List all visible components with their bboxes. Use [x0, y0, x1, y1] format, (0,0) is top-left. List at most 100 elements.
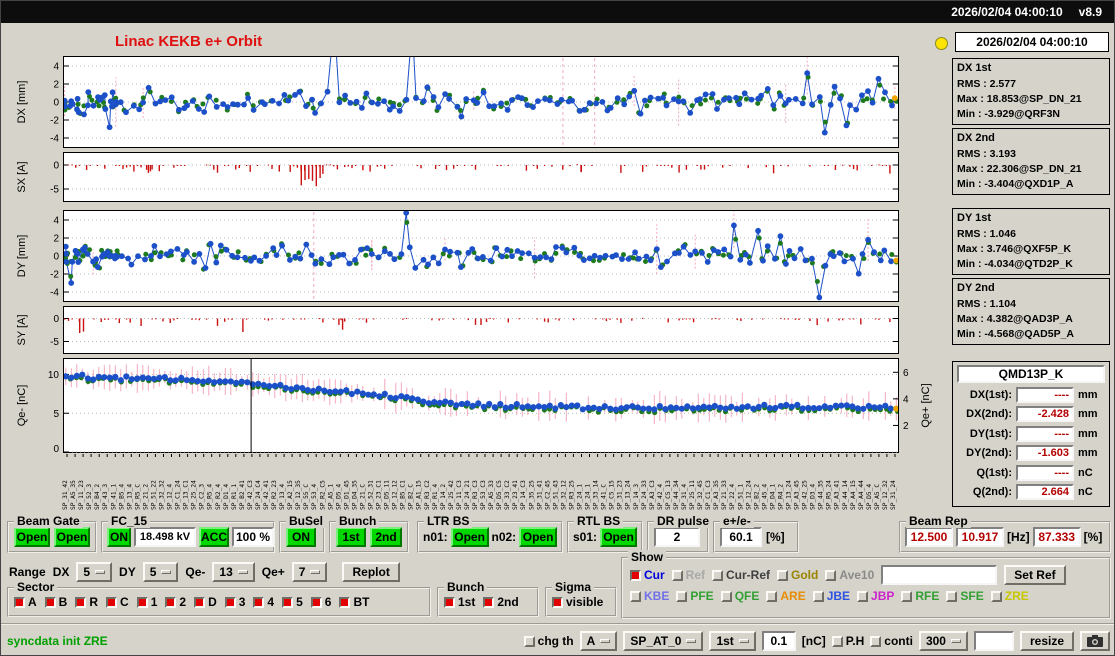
svg-text:DY [mm]: DY [mm]: [16, 235, 28, 278]
svg-text:SP_R2_C5: SP_R2_C5: [319, 480, 326, 510]
show-item-label: JBP: [871, 589, 895, 603]
checkbox-icon: [671, 569, 683, 581]
conti-checkbox[interactable]: conti: [870, 634, 913, 648]
beam-rep-pct-unit: [%]: [1083, 530, 1103, 544]
svg-text:0: 0: [53, 444, 59, 453]
bunch-2nd-checkbox[interactable]: 2nd: [483, 595, 519, 609]
beam-gate-open-button-2[interactable]: Open: [54, 527, 90, 547]
chg-th-checkbox[interactable]: chg th: [523, 634, 574, 648]
svg-text:Qe+ [nC]: Qe+ [nC]: [920, 383, 932, 427]
sector-checkbox-6[interactable]: 6: [310, 595, 331, 609]
show-ref-checkbox[interactable]: Ref: [671, 568, 705, 582]
sigma-visible-checkbox[interactable]: visible: [552, 595, 603, 609]
bunch-mode-value: A: [586, 634, 596, 648]
range-row: Range DX 5 DY 5 Qe- 13 Qe+ 7 Replot: [9, 561, 400, 583]
svg-text:SP_R3_C3: SP_R3_C3: [472, 480, 479, 510]
sector-checkbox-5[interactable]: 5: [282, 595, 303, 609]
svg-text:SP_33_14: SP_33_14: [593, 480, 600, 510]
ph-checkbox[interactable]: P.H: [831, 634, 864, 648]
svg-text:SP_B5_C1: SP_B5_C1: [400, 480, 407, 510]
sector-checkbox-3[interactable]: 3: [224, 595, 245, 609]
fc15-on-button[interactable]: ON: [107, 527, 131, 547]
range-qe-plus-select[interactable]: 7: [291, 562, 328, 582]
ref-name-input[interactable]: [881, 565, 998, 585]
show-cur-ref-checkbox[interactable]: Cur-Ref: [712, 568, 770, 582]
sy-steering-plot[interactable]: 0 -5 SY [A]: [1, 306, 941, 354]
ltr-n01-open-button[interactable]: Open: [450, 527, 489, 547]
svg-text:SP_21_C: SP_21_C: [359, 484, 366, 510]
sector-checkbox-d[interactable]: D: [194, 595, 217, 609]
charge-plot[interactable]: 0 5 10 Qe- [nC] 2 4 6 Qe+ [nC]: [1, 358, 941, 453]
show-sfe-checkbox[interactable]: SFE: [946, 589, 984, 603]
show-ave10-checkbox[interactable]: Ave10: [825, 568, 874, 582]
screenshot-button[interactable]: [1080, 631, 1110, 651]
svg-text:SP_32_32: SP_32_32: [159, 480, 166, 510]
replot-button[interactable]: Replot: [342, 562, 400, 582]
svg-text:4: 4: [903, 394, 909, 405]
range-qe-minus-select[interactable]: 13: [212, 562, 255, 582]
svg-text:SP_C2_45: SP_C2_45: [544, 480, 551, 510]
rtl-s01-open-button[interactable]: Open: [600, 527, 637, 547]
show-qfe-checkbox[interactable]: QFE: [720, 589, 759, 603]
show-item-label: ARE: [780, 589, 806, 603]
ltr-bs-label: LTR BS: [424, 514, 473, 528]
checkbox-icon: [630, 590, 641, 602]
extra-input[interactable]: [973, 631, 1014, 651]
sector-checkbox-4[interactable]: 4: [253, 595, 274, 609]
svg-text:SP_R5_4: SP_R5_4: [207, 484, 214, 510]
bunch-item-label: 2nd: [497, 595, 519, 609]
svg-text:SP_A4_44: SP_A4_44: [858, 480, 865, 510]
sector-checkbox-c[interactable]: C: [106, 595, 129, 609]
checkbox-icon: [812, 590, 824, 602]
show-zre-checkbox[interactable]: ZRE: [990, 589, 1029, 603]
range-dy-select[interactable]: 5: [142, 562, 179, 582]
bunch-2nd-button[interactable]: 2nd: [370, 527, 402, 547]
sector-checkbox-b[interactable]: B: [44, 595, 67, 609]
optionmenu-indicator-icon: [738, 639, 749, 643]
monitor-select-value: SP_AT_0: [630, 634, 682, 648]
sector-checkbox-2[interactable]: 2: [165, 595, 186, 609]
dx-orbit-plot[interactable]: -4 -2 0 2 4 DX [mm]: [1, 56, 941, 148]
show-jbe-checkbox[interactable]: JBE: [812, 589, 850, 603]
bunch-1st-button[interactable]: 1st: [336, 527, 366, 547]
beam-gate-open-button-1[interactable]: Open: [14, 527, 50, 547]
checkbox-icon: [552, 596, 563, 608]
show-kbe-checkbox[interactable]: KBE: [630, 589, 669, 603]
show-are-checkbox[interactable]: ARE: [766, 589, 806, 603]
show-gold-checkbox[interactable]: Gold: [777, 568, 818, 582]
svg-text:-5: -5: [50, 337, 59, 348]
show-item-label: ZRE: [1004, 589, 1029, 603]
optionmenu-indicator-icon: [600, 639, 611, 643]
sector-checkbox-a[interactable]: A: [14, 595, 37, 609]
fc15-acc-button[interactable]: ACC: [199, 527, 229, 547]
sector-checkbox-1[interactable]: 1: [136, 595, 157, 609]
range-dx-select[interactable]: 5: [76, 562, 113, 582]
svg-text:SP_C1_24: SP_C1_24: [175, 480, 182, 510]
monitor-row-unit: mm: [1078, 447, 1098, 460]
svg-text:SP_45_4: SP_45_4: [761, 484, 768, 510]
checkbox-icon: [523, 635, 535, 647]
camera-icon: [1087, 635, 1103, 647]
show-pfe-checkbox[interactable]: PFE: [676, 589, 714, 603]
count-select[interactable]: 300: [918, 631, 968, 651]
conti-label: conti: [884, 634, 913, 648]
threshold-input[interactable]: 0.1: [761, 631, 796, 651]
sx-steering-plot[interactable]: 0 -5 SX [A]: [1, 152, 941, 202]
busel-on-button[interactable]: ON: [286, 527, 316, 547]
stat-title: DX 2nd: [957, 132, 995, 144]
sector-checkbox-r[interactable]: R: [75, 595, 98, 609]
bunch-number-select[interactable]: 1st: [709, 631, 756, 651]
show-jbp-checkbox[interactable]: JBP: [857, 589, 894, 603]
set-ref-button[interactable]: Set Ref: [1004, 565, 1066, 585]
resize-button[interactable]: resize: [1019, 631, 1074, 651]
monitor-select[interactable]: SP_AT_0: [623, 631, 704, 651]
dy-orbit-plot[interactable]: -4 -2 0 2 4 DY [mm]: [1, 210, 941, 302]
monitor-row-label: Q(2nd):: [972, 486, 1012, 499]
sector-checkbox-bt[interactable]: BT: [339, 595, 369, 609]
bunch-mode-select[interactable]: A: [579, 631, 618, 651]
ltr-n02-open-button[interactable]: Open: [519, 527, 557, 547]
bunch-1st-checkbox[interactable]: 1st: [444, 595, 475, 609]
sigma-label: Sigma: [552, 580, 595, 594]
show-cur-checkbox[interactable]: Cur: [630, 568, 665, 582]
show-rfe-checkbox[interactable]: RFE: [901, 589, 939, 603]
